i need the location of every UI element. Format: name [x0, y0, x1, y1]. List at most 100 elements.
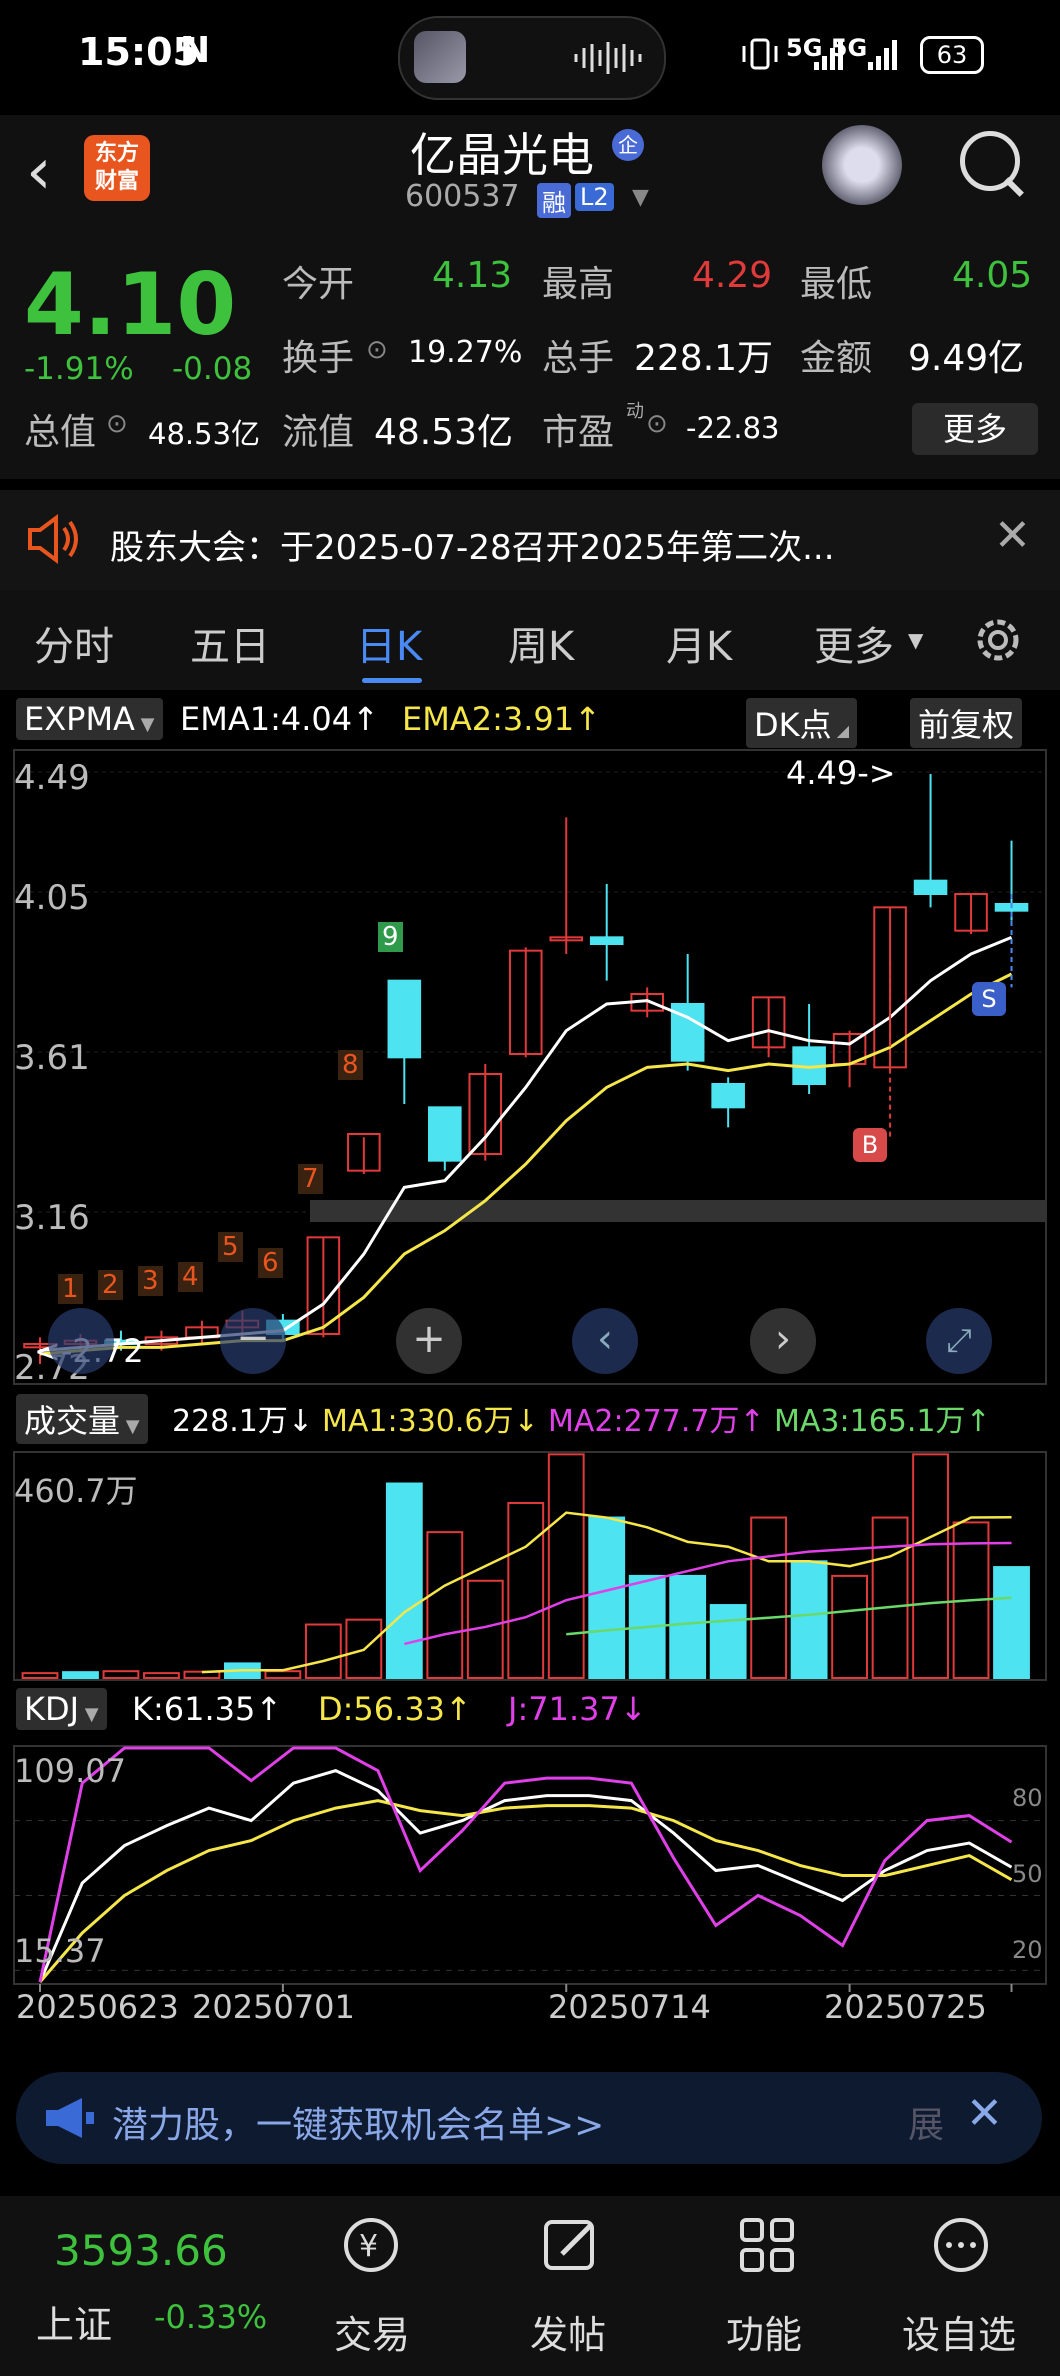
eastmoney-logo[interactable]: 东方 财富: [84, 135, 150, 201]
plus-icon[interactable]: +: [396, 1308, 462, 1374]
td-count: 8: [338, 1050, 363, 1080]
nav-functions[interactable]: 功能: [726, 2304, 802, 2359]
tab-daily-k[interactable]: 日K: [356, 614, 422, 672]
chevron-left-icon[interactable]: ‹: [572, 1308, 638, 1374]
tab-five-day[interactable]: 五日: [190, 614, 270, 672]
volume-bar: [709, 1604, 747, 1679]
kdj-axis-bottom: 15.37: [14, 1932, 106, 1970]
candle-body: [913, 879, 948, 896]
megaphone-icon: [46, 2098, 94, 2138]
chart-area[interactable]: EXPMA ▼ EMA1:4.04↑ EMA2:3.91↑ DK点 ◢ 前复权 …: [0, 692, 1060, 2058]
volume-axis-top: 460.7万: [14, 1472, 138, 1510]
kline-svg: [13, 749, 1047, 1992]
volume-bar: [588, 1516, 626, 1680]
index-change: -0.33%: [154, 2298, 268, 2336]
mktcap-label: 总值: [24, 412, 97, 453]
zoom-out-button[interactable]: [48, 1308, 114, 1374]
logo-line1: 东方: [94, 141, 139, 166]
change-amount: -0.08: [172, 351, 253, 387]
info-icon[interactable]: ⊙: [646, 409, 668, 439]
volume-bar: [304, 1623, 342, 1680]
amount-value: 9.49亿: [908, 338, 1025, 379]
td-count: 3: [138, 1266, 163, 1296]
banner-text: 潜力股，一键获取机会名单>>: [112, 2105, 605, 2146]
logo-line2: 财富: [94, 169, 139, 194]
more-dots-icon[interactable]: [930, 2214, 992, 2276]
nav-post[interactable]: 发帖: [530, 2304, 606, 2359]
volume-bar: [62, 1671, 99, 1680]
gear-icon[interactable]: [970, 612, 1026, 668]
j-line: [38, 1746, 1013, 1983]
volume-frame: [13, 1451, 1047, 1681]
nav-watchlist[interactable]: 设自选: [902, 2304, 1016, 2359]
notice-bar[interactable]: 股东大会：于2025-07-28召开2025年第二次... ✕: [0, 490, 1060, 590]
k-readout: K:61.35↑: [132, 1690, 283, 1728]
date-label: 20250714: [548, 1988, 711, 2026]
promo-banner[interactable]: 潜力股，一键获取机会名单>> 展 ✕: [16, 2072, 1042, 2164]
search-icon[interactable]: [960, 131, 1020, 191]
volume-bar: [993, 1566, 1030, 1680]
back-icon[interactable]: ‹: [26, 135, 52, 209]
index-widget[interactable]: 3593.66 上证 -0.33%: [0, 2196, 300, 2376]
volume-bar: [750, 1516, 788, 1680]
vibrate-icon: [742, 38, 778, 70]
minus-icon[interactable]: −: [220, 1308, 286, 1374]
more-button[interactable]: 更多: [912, 403, 1038, 455]
td-count: 1: [58, 1274, 83, 1304]
pe-superscript: 动: [626, 401, 644, 422]
compose-icon[interactable]: [540, 2214, 602, 2276]
volume-selector[interactable]: 成交量 ▼: [16, 1394, 148, 1444]
change-percent: -1.91%: [24, 351, 134, 387]
dynamic-island: [398, 16, 666, 100]
close-icon[interactable]: ✕: [966, 2088, 1003, 2139]
enterprise-badge: 企: [612, 129, 644, 161]
volume-bar: [385, 1482, 423, 1680]
info-icon[interactable]: ⊙: [366, 335, 388, 365]
active-tab-underline: [362, 678, 422, 683]
kdj-grid-20: 20: [1012, 1936, 1043, 1964]
quote-panel: 4.10 -1.91% -0.08 今开 4.13 最高 4.29 最低 4.0…: [0, 233, 1060, 479]
volume-label: 总手: [542, 338, 615, 379]
volume-bar: [264, 1670, 302, 1680]
candle-body: [387, 979, 422, 1059]
tab-intraday[interactable]: 分时: [34, 614, 114, 672]
status-bar: 15:05 N 5G 5G 63: [0, 0, 1060, 115]
d-line: [38, 1799, 1013, 1983]
volume-bar: [143, 1672, 180, 1679]
grid-icon[interactable]: [736, 2214, 798, 2276]
stock-name: 亿晶光电: [410, 128, 594, 182]
tab-more[interactable]: 更多: [814, 614, 894, 672]
mktcap-value: 48.53亿: [148, 417, 261, 451]
y-tick-4: 3.16: [14, 1198, 90, 1238]
kdj-selector[interactable]: KDJ ▼: [16, 1688, 107, 1730]
fullscreen-icon[interactable]: ⤢: [926, 1308, 992, 1374]
open-value: 4.13: [432, 255, 513, 296]
chevron-right-icon[interactable]: ›: [750, 1308, 816, 1374]
close-icon[interactable]: ✕: [994, 510, 1031, 561]
last-price: 4.10: [24, 255, 237, 355]
td-count: 7: [298, 1164, 323, 1194]
td-count: 2: [98, 1270, 123, 1300]
nav-trade[interactable]: 交易: [334, 2304, 410, 2359]
bottom-nav: 3593.66 上证 -0.33% ¥ 交易 发帖 功能 设自选: [0, 2196, 1060, 2376]
banner-tail: 展: [908, 2105, 945, 2146]
margin-tag: 融: [537, 183, 571, 218]
nfc-icon: N: [180, 30, 211, 71]
chevron-down-icon[interactable]: ▼: [632, 185, 649, 210]
tab-monthly-k[interactable]: 月K: [666, 614, 732, 672]
td-count-nine: 9: [378, 922, 403, 952]
candle-body: [589, 936, 624, 945]
tab-weekly-k[interactable]: 周K: [508, 614, 574, 672]
volume-bar: [507, 1501, 545, 1680]
high-value: 4.29: [692, 255, 773, 296]
trade-icon[interactable]: ¥: [340, 2214, 402, 2276]
high-marker-label: 4.49->: [786, 754, 896, 792]
pe-label: 市盈: [542, 412, 615, 453]
date-label: 20250623: [16, 1988, 179, 2026]
sell-signal-badge[interactable]: S: [972, 982, 1006, 1016]
robot-assistant-icon[interactable]: [822, 125, 902, 205]
buy-signal-badge[interactable]: B: [853, 1128, 887, 1162]
d-readout: D:56.33↑: [318, 1690, 472, 1728]
info-icon[interactable]: ⊙: [106, 409, 128, 439]
float-label: 流值: [282, 412, 355, 453]
